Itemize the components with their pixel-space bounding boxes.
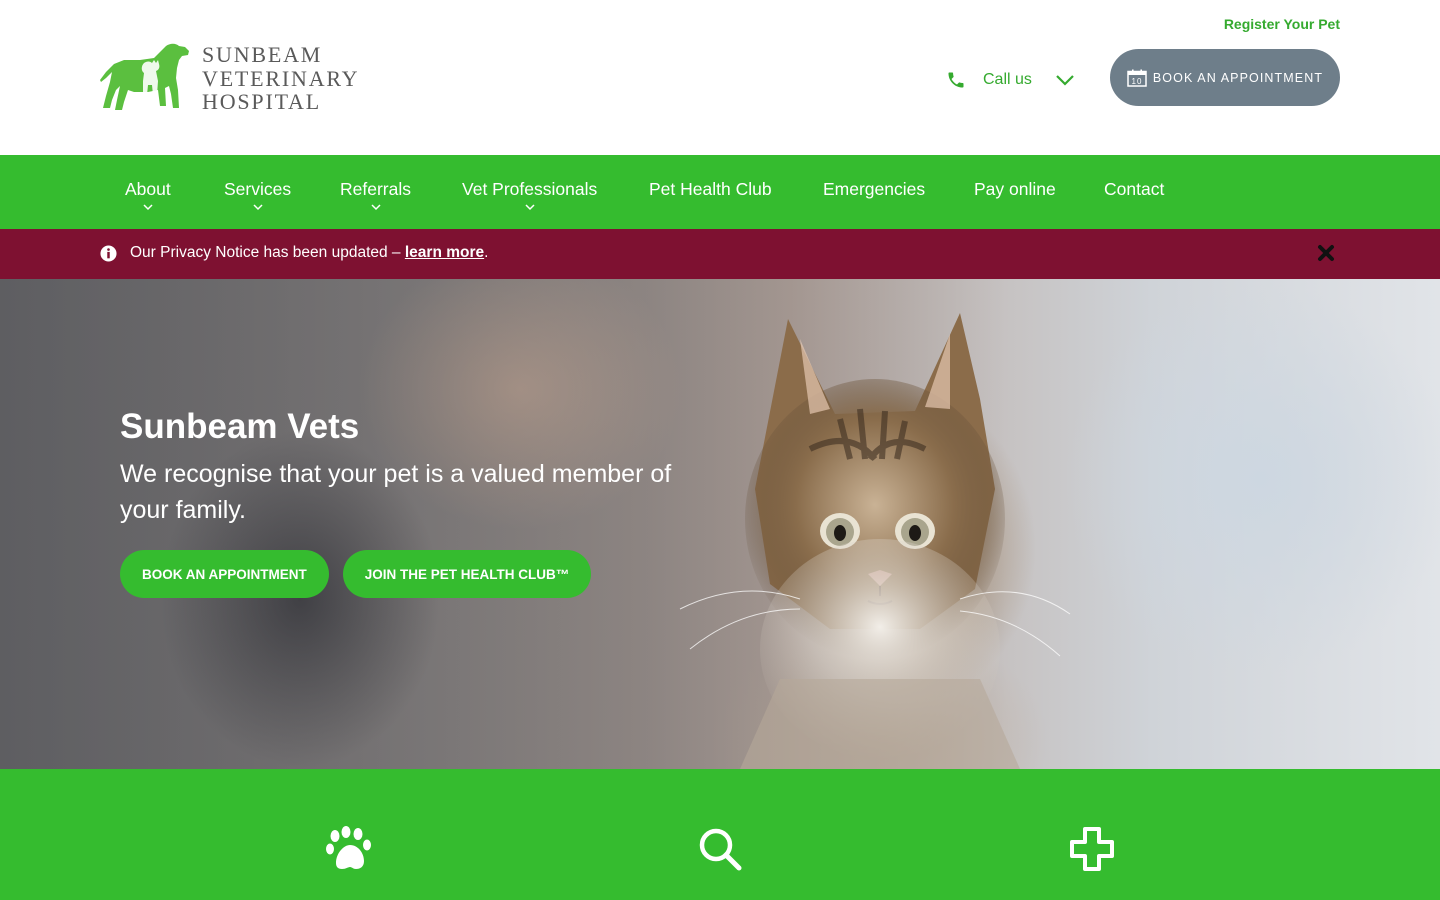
nav-item-vet-professionals[interactable]: Vet Professionals xyxy=(462,179,597,211)
nav-item-pay-online[interactable]: Pay online xyxy=(974,179,1056,200)
nav-item-label: Pet Health Club xyxy=(649,179,772,199)
nav-item-pet-health-club[interactable]: Pet Health Club xyxy=(649,179,772,200)
header-book-appointment-label: BOOK AN APPOINTMENT xyxy=(1152,70,1324,85)
privacy-notice-bar: Our Privacy Notice has been updated – le… xyxy=(0,229,1440,279)
join-pet-health-club-button[interactable]: JOIN THE PET HEALTH CLUB™ xyxy=(342,550,592,598)
call-us-dropdown[interactable]: Call us xyxy=(946,67,1074,93)
privacy-notice-text: Our Privacy Notice has been updated – xyxy=(130,244,405,261)
paw-icon[interactable] xyxy=(324,825,372,873)
phone-icon xyxy=(948,72,964,88)
calendar-icon: 10 xyxy=(1127,69,1147,87)
nav-item-label: Vet Professionals xyxy=(462,179,598,199)
logo-wordmark: SUNBEAM VETERINARY HOSPITAL xyxy=(202,43,359,114)
nav-item-about[interactable]: About xyxy=(125,179,171,211)
medical-cross-icon[interactable] xyxy=(1068,825,1116,873)
nav-item-services[interactable]: Services xyxy=(224,179,291,211)
hero-subtitle: We recognise that your pet is a valued m… xyxy=(120,460,672,524)
hero-book-appointment-button[interactable]: BOOK AN APPOINTMENT xyxy=(120,550,329,598)
chevron-down-icon xyxy=(143,204,153,211)
logo-line-2: VETERINARY xyxy=(202,65,360,91)
call-us-label: Call us xyxy=(983,71,1032,88)
header-book-appointment-button[interactable]: 10 BOOK AN APPOINTMENT xyxy=(1110,49,1340,106)
main-navigation: About Services Referrals Vet Professiona… xyxy=(0,155,1440,229)
close-icon[interactable] xyxy=(1317,244,1335,262)
learn-more-link[interactable]: learn more xyxy=(405,244,484,261)
logo-line-3: HOSPITAL xyxy=(202,89,321,114)
site-header: SUNBEAM VETERINARY HOSPITAL Register You… xyxy=(0,0,1440,155)
nav-item-referrals[interactable]: Referrals xyxy=(340,179,411,211)
site-logo[interactable]: SUNBEAM VETERINARY HOSPITAL xyxy=(100,40,370,115)
logo-line-1: SUNBEAM xyxy=(202,42,323,67)
kitten-photo xyxy=(679,313,1071,769)
hero-title: Sunbeam Vets xyxy=(120,407,360,446)
chevron-down-icon xyxy=(525,204,535,211)
search-icon[interactable] xyxy=(696,825,744,873)
nav-item-emergencies[interactable]: Emergencies xyxy=(823,179,925,200)
features-strip xyxy=(0,769,1440,900)
nav-item-label: Contact xyxy=(1104,179,1165,199)
privacy-notice-suffix: . xyxy=(484,244,489,261)
hero-content: Sunbeam Vets We recognise that your pet … xyxy=(120,406,680,598)
nav-item-label: About xyxy=(125,179,171,199)
chevron-down-icon xyxy=(253,204,263,211)
privacy-notice-message: Our Privacy Notice has been updated – le… xyxy=(130,244,488,262)
info-icon xyxy=(100,245,117,262)
hero-buttons: BOOK AN APPOINTMENT JOIN THE PET HEALTH … xyxy=(120,550,680,598)
hero-banner: Sunbeam Vets We recognise that your pet … xyxy=(0,279,1440,769)
nav-item-label: Emergencies xyxy=(823,179,926,199)
dog-and-cat-logo-icon xyxy=(100,43,189,110)
nav-item-label: Pay online xyxy=(974,179,1056,199)
calendar-day: 10 xyxy=(1131,77,1142,86)
chevron-down-icon xyxy=(370,204,381,211)
chevron-down-icon xyxy=(1056,75,1074,86)
register-pet-link[interactable]: Register Your Pet xyxy=(1224,16,1340,32)
nav-item-label: Services xyxy=(224,179,292,199)
nav-item-label: Referrals xyxy=(340,179,411,199)
nav-item-contact[interactable]: Contact xyxy=(1104,179,1164,200)
